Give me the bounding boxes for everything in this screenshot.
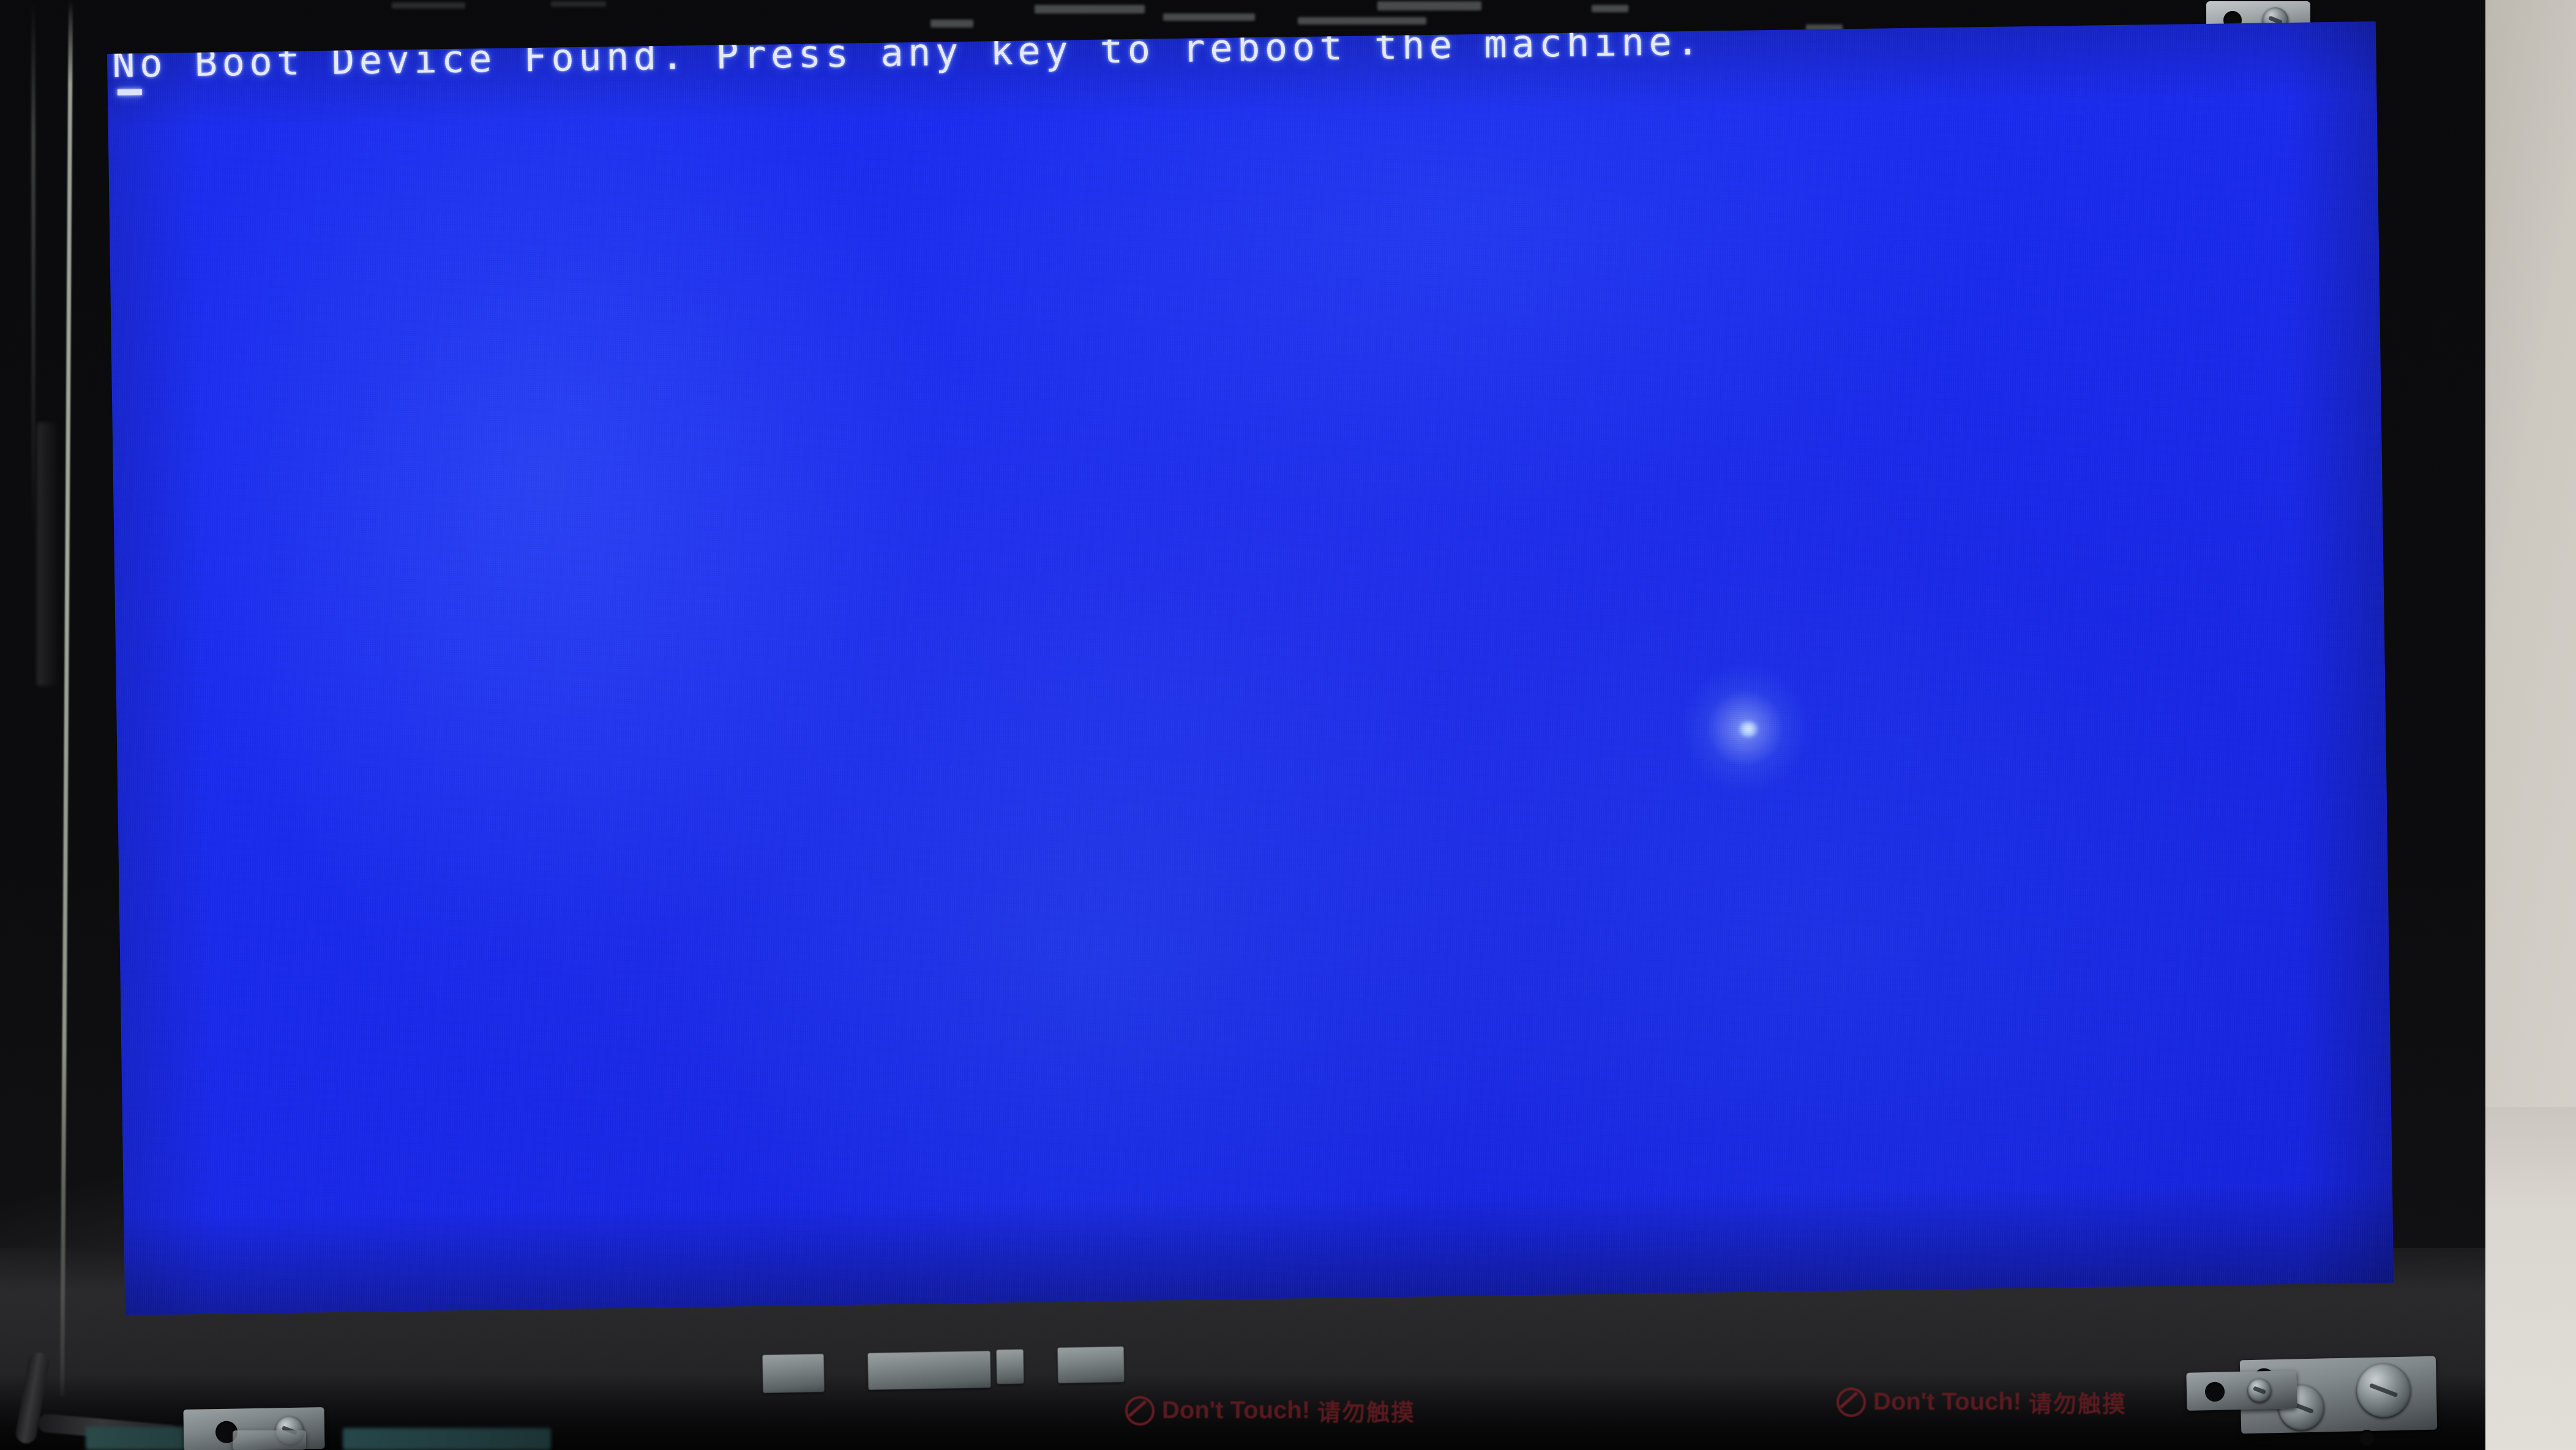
dont-touch-label-1: Don't Touch! 请勿触摸 bbox=[1125, 1394, 1415, 1427]
bezel-glint bbox=[1163, 13, 1255, 21]
bios-block-cursor bbox=[117, 89, 142, 96]
bezel-glint bbox=[1377, 1, 1481, 10]
bezel-glint bbox=[930, 20, 973, 28]
dont-touch-text-cn: 请勿触摸 bbox=[1317, 1399, 1416, 1426]
lcd-screen: No Boot Device Found. Press any key to r… bbox=[107, 21, 2394, 1315]
no-touch-icon bbox=[1837, 1387, 1866, 1417]
dont-touch-text-en: Don't Touch! bbox=[1162, 1397, 1311, 1424]
hinge-screw bbox=[2247, 1378, 2272, 1402]
bottom-bracket bbox=[233, 1430, 306, 1450]
bezel-glint bbox=[392, 2, 465, 9]
bezel-left-notch bbox=[37, 423, 58, 686]
foil-tape-strip bbox=[762, 1354, 825, 1393]
pcb-edge bbox=[343, 1428, 551, 1450]
foil-tape-strip bbox=[867, 1351, 991, 1390]
dont-touch-text-cn: 请勿触摸 bbox=[2029, 1391, 2127, 1418]
foil-tape-strip bbox=[1057, 1347, 1125, 1383]
no-touch-icon bbox=[1125, 1396, 1155, 1426]
screen-vignette bbox=[107, 21, 2394, 1315]
dont-touch-label-2: Don't Touch! 请勿触摸 bbox=[1837, 1385, 2127, 1419]
screen-reflection-spot bbox=[1737, 721, 1759, 737]
bezel-glint bbox=[1592, 5, 1628, 12]
dont-touch-text-en: Don't Touch! bbox=[1873, 1388, 2022, 1415]
photo-scene: No Boot Device Found. Press any key to r… bbox=[0, 0, 2576, 1450]
bezel-glint bbox=[551, 1, 606, 7]
foil-tape-strip bbox=[996, 1349, 1024, 1384]
bezel-glint bbox=[1298, 17, 1426, 24]
right-hinge-plate bbox=[2186, 1370, 2297, 1411]
bezel-edge-highlight-secondary bbox=[32, 0, 35, 551]
hinge-screw bbox=[2356, 1362, 2411, 1418]
lcd-panel-wrapper: No Boot Device Found. Press any key to r… bbox=[107, 21, 2394, 1315]
bracket-hole bbox=[2204, 1381, 2225, 1402]
bezel-glint bbox=[1035, 5, 1145, 13]
